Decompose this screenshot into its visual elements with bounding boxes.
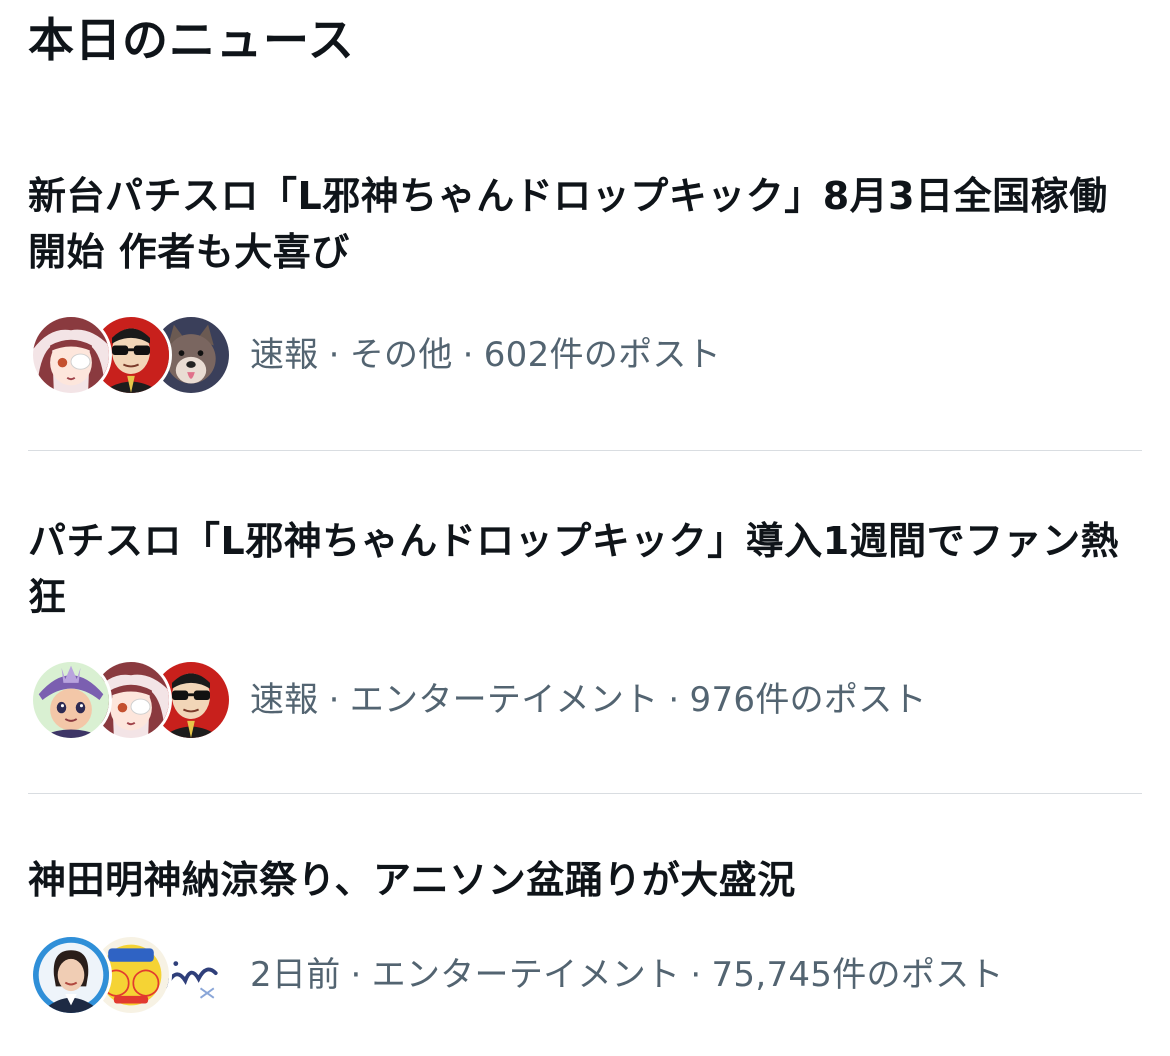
avatar-group: ◯◯	[28, 934, 232, 1016]
news-category: その他	[349, 335, 453, 375]
meta-separator: ·	[690, 955, 702, 995]
news-category: エンターテイメント	[371, 955, 681, 995]
news-meta: 速報 · その他 · 602件のポスト	[28, 314, 1142, 396]
news-meta-text: 速報 · エンターテイメント · 976件のポスト	[250, 678, 927, 722]
news-time: 速報	[250, 335, 319, 375]
news-item[interactable]: パチスロ「L邪神ちゃんドロップキック」導入1週間でファン熱狂 速報 · エンター…	[28, 513, 1142, 741]
news-meta: ◯◯ 2日前 · エンターテイメント · 75,745件のポスト	[28, 934, 1142, 1016]
divider	[28, 450, 1142, 451]
meta-separator: ·	[350, 955, 362, 995]
avatar-group	[28, 314, 232, 396]
meta-separator: ·	[328, 335, 340, 375]
news-category: エンターテイメント	[349, 680, 659, 720]
news-meta: 速報 · エンターテイメント · 976件のポスト	[28, 659, 1142, 741]
news-time: 速報	[250, 680, 319, 720]
news-headline[interactable]: 神田明神納涼祭り、アニソン盆踊りが大盛況	[28, 852, 1128, 908]
woman-portrait-avatar	[30, 934, 112, 1016]
news-item[interactable]: 神田明神納涼祭り、アニソン盆踊りが大盛況 ◯◯ 2日前 · エンターテイメント …	[28, 852, 1142, 1016]
news-headline[interactable]: パチスロ「L邪神ちゃんドロップキック」導入1週間でファン熱狂	[28, 513, 1128, 625]
news-item[interactable]: 新台パチスロ「L邪神ちゃんドロップキック」8月3日全国稼働開始 作者も大喜び 速…	[28, 168, 1142, 396]
news-time: 2日前	[250, 955, 341, 995]
news-post-count: 976件のポスト	[689, 680, 927, 720]
avatar-group	[28, 659, 232, 741]
meta-separator: ·	[328, 680, 340, 720]
divider	[28, 793, 1142, 794]
news-meta-text: 速報 · その他 · 602件のポスト	[250, 333, 721, 377]
section-title: 本日のニュース	[28, 13, 355, 67]
news-post-count: 75,745件のポスト	[711, 955, 1004, 995]
news-headline[interactable]: 新台パチスロ「L邪神ちゃんドロップキック」8月3日全国稼働開始 作者も大喜び	[28, 168, 1128, 280]
anime-girl-eyepatch-avatar	[30, 314, 112, 396]
news-post-count: 602件のポスト	[483, 335, 722, 375]
news-panel: 本日のニュース 新台パチスロ「L邪神ちゃんドロップキック」8月3日全国稼働開始 …	[0, 0, 1170, 1056]
news-meta-text: 2日前 · エンターテイメント · 75,745件のポスト	[250, 953, 1004, 997]
meta-separator: ·	[462, 335, 474, 375]
meta-separator: ·	[668, 680, 680, 720]
anime-character-avatar	[30, 659, 112, 741]
